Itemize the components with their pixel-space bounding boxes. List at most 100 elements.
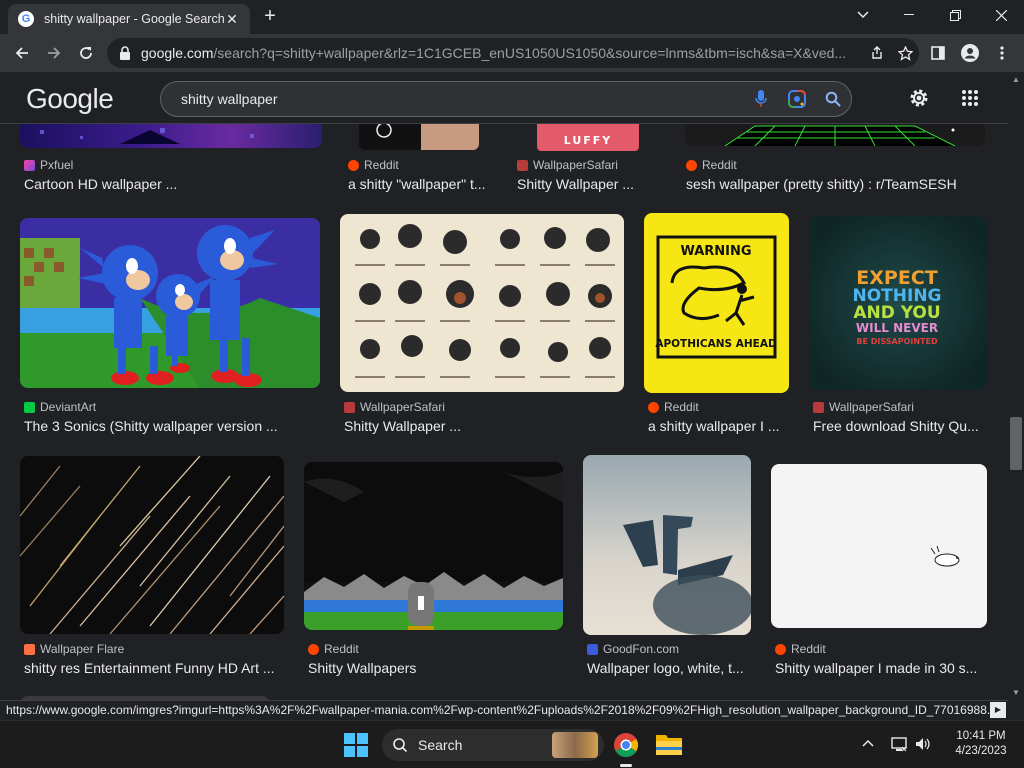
result-caption[interactable]: Free download Shitty Qu... (813, 418, 983, 434)
result-image[interactable] (20, 218, 320, 388)
google-favicon-icon: G (18, 11, 34, 27)
minimize-button[interactable] (886, 0, 932, 30)
expect-line-4: WILL NEVER (856, 321, 938, 335)
result-caption[interactable]: Shitty Wallpaper ... (517, 176, 657, 192)
result-source[interactable]: Reddit (648, 400, 699, 414)
google-header: Google (0, 72, 1008, 124)
lock-icon[interactable] (119, 46, 131, 60)
result-image[interactable]: LUFFY (537, 124, 639, 151)
reload-button[interactable] (74, 41, 98, 65)
result-caption[interactable]: Shitty Wallpaper ... (344, 418, 624, 434)
url-text: google.com/search?q=shitty+wallpaper&rlz… (141, 45, 863, 61)
tab-search-chevron-icon[interactable] (840, 0, 886, 30)
taskbar-clock[interactable]: 10:41 PM 4/23/2023 (946, 729, 1016, 759)
result-source[interactable]: Reddit (308, 642, 359, 656)
vertical-scrollbar[interactable]: ▲ ▼ (1008, 72, 1024, 700)
result-image[interactable]: EXPECT NOTHING AND YOU WILL NEVER BE DIS… (809, 216, 987, 390)
goodfon-favicon-icon (587, 643, 598, 655)
forward-button[interactable] (42, 41, 66, 65)
show-hidden-icons-chevron-icon[interactable] (860, 736, 876, 752)
reddit-favicon-icon (308, 643, 319, 655)
apothicans-text: APOTHICANS AHEAD (655, 338, 777, 350)
wallpaperflare-favicon-icon (24, 643, 35, 655)
browser-tab[interactable]: G shitty wallpaper - Google Search ✕ (8, 4, 250, 34)
lens-search-icon[interactable] (779, 82, 815, 116)
result-caption[interactable]: a shitty wallpaper I ... (648, 418, 793, 434)
status-url-bubble: https://www.google.com/imgres?imgurl=htt… (0, 700, 1008, 720)
browser-toolbar: google.com/search?q=shitty+wallpaper&rlz… (0, 34, 1024, 72)
result-image[interactable] (583, 455, 751, 635)
scroll-up-arrow-icon[interactable]: ▲ (1012, 75, 1020, 84)
windows-start-icon[interactable] (344, 733, 368, 757)
result-caption[interactable]: The 3 Sonics (Shitty wallpaper version .… (24, 418, 324, 434)
result-source-name: Reddit (702, 158, 737, 172)
chrome-taskbar-icon[interactable] (612, 731, 640, 767)
address-bar[interactable]: google.com/search?q=shitty+wallpaper&rlz… (107, 38, 919, 68)
scroll-right-arrow-icon[interactable]: ▶ (990, 702, 1006, 718)
voice-search-icon[interactable] (743, 82, 779, 116)
new-tab-button[interactable]: + (258, 5, 282, 29)
pxfuel-favicon-icon (24, 159, 35, 171)
search-input[interactable] (181, 91, 743, 107)
tab-title: shitty wallpaper - Google Search (44, 12, 224, 26)
result-source[interactable]: WallpaperSafari (517, 158, 618, 172)
chrome-menu-icon[interactable] (990, 41, 1014, 65)
restore-button[interactable] (932, 0, 978, 30)
result-source[interactable]: DeviantArt (24, 400, 96, 414)
result-image[interactable] (20, 124, 322, 148)
result-source[interactable]: Reddit (686, 158, 737, 172)
bookmark-star-icon[interactable] (891, 41, 919, 65)
result-source[interactable]: Pxfuel (24, 158, 73, 172)
google-apps-icon[interactable] (957, 85, 983, 111)
expect-line-5: BE DISSAPOINTED (856, 337, 938, 346)
search-box[interactable] (160, 81, 852, 117)
side-panel-icon[interactable] (926, 41, 950, 65)
taskbar-search[interactable]: Search (382, 729, 604, 761)
result-image[interactable] (20, 456, 284, 634)
clock-date: 4/23/2023 (955, 745, 1007, 757)
reddit-favicon-icon (648, 401, 659, 413)
search-icon[interactable] (815, 82, 851, 116)
result-caption[interactable]: Cartoon HD wallpaper ... (24, 176, 324, 192)
scrollbar-thumb[interactable] (1010, 417, 1022, 470)
tab-close-icon[interactable]: ✕ (224, 11, 240, 28)
wallpapersafari-favicon-icon (344, 401, 355, 413)
result-source[interactable]: WallpaperSafari (344, 400, 445, 414)
profile-avatar-icon[interactable] (958, 41, 982, 65)
screen: G shitty wallpaper - Google Search ✕ + g… (0, 0, 1024, 768)
result-image[interactable] (771, 464, 987, 628)
reddit-favicon-icon (775, 643, 786, 655)
scroll-down-arrow-icon[interactable]: ▼ (1012, 688, 1020, 697)
result-image[interactable] (685, 124, 985, 146)
result-source[interactable]: Wallpaper Flare (24, 642, 124, 656)
result-source[interactable]: WallpaperSafari (813, 400, 914, 414)
result-source-name: Reddit (664, 400, 699, 414)
share-icon[interactable] (863, 41, 891, 65)
result-caption[interactable]: Shitty wallpaper I made in 30 s... (775, 660, 987, 676)
back-button[interactable] (10, 41, 34, 65)
volume-icon[interactable] (914, 735, 932, 753)
result-caption[interactable]: Wallpaper logo, white, t... (587, 660, 755, 676)
warning-text: WARNING (680, 244, 751, 259)
result-caption[interactable]: Shitty Wallpapers (308, 660, 563, 676)
settings-gear-icon[interactable] (906, 85, 932, 111)
result-source[interactable]: Reddit (348, 158, 399, 172)
result-source[interactable]: GoodFon.com (587, 642, 679, 656)
result-image[interactable]: WARNING APOTHICANS AHEAD (644, 213, 789, 393)
tab-strip: G shitty wallpaper - Google Search ✕ + (0, 0, 1024, 34)
window-close-button[interactable] (978, 0, 1024, 30)
file-explorer-icon[interactable] (656, 733, 682, 755)
result-caption[interactable]: sesh wallpaper (pretty shitty) : r/TeamS… (686, 176, 986, 192)
network-icon[interactable] (890, 735, 908, 753)
result-image[interactable] (340, 214, 624, 392)
result-source-name: Reddit (324, 642, 359, 656)
wallpapersafari-favicon-icon (517, 159, 528, 171)
result-caption[interactable]: a shitty "wallpaper" t... (348, 176, 490, 192)
result-caption[interactable]: shitty res Entertainment Funny HD Art ..… (24, 660, 288, 676)
result-source-name: Wallpaper Flare (40, 642, 125, 656)
result-image[interactable] (304, 462, 563, 630)
google-logo[interactable]: Google (26, 83, 114, 115)
result-source[interactable]: Reddit (775, 642, 826, 656)
result-image[interactable] (359, 124, 479, 150)
result-source-name: GoodFon.com (603, 642, 680, 656)
